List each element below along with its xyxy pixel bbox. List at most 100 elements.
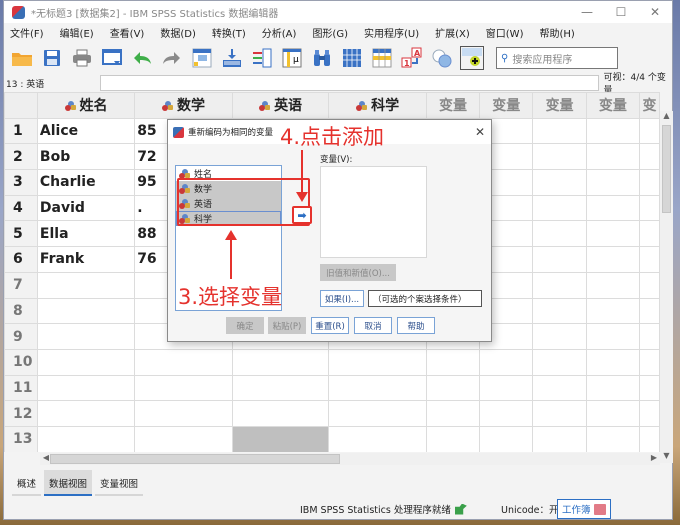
- row-number[interactable]: 1: [4, 117, 38, 145]
- menu-window[interactable]: 窗口(W): [486, 25, 524, 40]
- data-cell[interactable]: [425, 374, 481, 402]
- data-cell[interactable]: [532, 400, 587, 427]
- data-cell[interactable]: [639, 348, 660, 376]
- data-cell[interactable]: [585, 374, 641, 402]
- data-cell[interactable]: [36, 348, 136, 376]
- paste-button[interactable]: 粘贴(P): [268, 317, 306, 334]
- open-folder-icon[interactable]: [10, 46, 34, 70]
- variables-icon[interactable]: [250, 46, 274, 70]
- use-sets-icon[interactable]: [430, 46, 454, 70]
- data-cell[interactable]: [585, 425, 641, 452]
- data-cell[interactable]: [425, 425, 481, 452]
- data-cell[interactable]: [479, 348, 534, 376]
- data-cell[interactable]: [585, 143, 641, 171]
- menu-file[interactable]: 文件(F): [10, 25, 44, 40]
- data-cell[interactable]: David: [36, 194, 136, 222]
- data-cell[interactable]: [231, 374, 330, 402]
- data-cell[interactable]: [36, 297, 136, 325]
- data-cell[interactable]: [532, 374, 587, 402]
- row-number[interactable]: 7: [4, 271, 38, 299]
- data-cell[interactable]: [479, 400, 534, 427]
- save-icon[interactable]: [40, 46, 64, 70]
- data-cell[interactable]: [585, 169, 641, 196]
- data-cell[interactable]: [134, 425, 233, 452]
- menu-data[interactable]: 数据(D): [160, 25, 196, 40]
- scroll-down-arrow[interactable]: ▼: [660, 451, 673, 463]
- if-button[interactable]: 如果(I)...: [320, 290, 364, 307]
- data-cell[interactable]: [479, 374, 534, 402]
- data-cell[interactable]: [585, 220, 641, 248]
- data-cell[interactable]: [639, 271, 660, 299]
- data-cell[interactable]: [639, 246, 660, 273]
- data-cell[interactable]: [328, 400, 427, 427]
- ok-button[interactable]: 确定: [226, 317, 264, 334]
- move-to-target-button[interactable]: ➡: [292, 206, 312, 224]
- data-cell[interactable]: [36, 374, 136, 402]
- data-cell[interactable]: [532, 271, 587, 299]
- data-cell[interactable]: [532, 117, 587, 145]
- row-number[interactable]: 12: [4, 400, 38, 427]
- column-header-empty[interactable]: 变量: [585, 92, 641, 119]
- split-file-icon[interactable]: [370, 46, 394, 70]
- data-cell[interactable]: [585, 117, 641, 145]
- row-number[interactable]: 6: [4, 246, 38, 273]
- data-cell[interactable]: [639, 117, 660, 145]
- data-cell[interactable]: [532, 220, 587, 248]
- data-cell[interactable]: Alice: [36, 117, 136, 145]
- print-icon[interactable]: [70, 46, 94, 70]
- tab-data-view[interactable]: 数据视图: [44, 470, 93, 496]
- dialog-close-button[interactable]: ✕: [469, 125, 491, 139]
- corner-cell[interactable]: [4, 92, 38, 119]
- column-header-science[interactable]: 科学: [328, 92, 427, 119]
- data-cell[interactable]: [532, 425, 587, 452]
- data-cell[interactable]: [36, 271, 136, 299]
- menu-view[interactable]: 查看(V): [110, 25, 145, 40]
- row-number[interactable]: 2: [4, 143, 38, 171]
- data-cell[interactable]: [585, 246, 641, 273]
- data-cell[interactable]: Bob: [36, 143, 136, 171]
- minimize-button[interactable]: —: [570, 5, 604, 19]
- data-cell[interactable]: [479, 425, 534, 452]
- help-button[interactable]: 帮助: [397, 317, 435, 334]
- data-cell[interactable]: [231, 400, 330, 427]
- dialog-recall-icon[interactable]: [100, 46, 124, 70]
- row-number[interactable]: 10: [4, 348, 38, 376]
- column-header-empty[interactable]: 变: [639, 92, 660, 119]
- menu-help[interactable]: 帮助(H): [539, 25, 574, 40]
- tab-overview[interactable]: 概述: [12, 470, 42, 496]
- scroll-right-arrow[interactable]: ▶: [648, 453, 660, 465]
- data-cell[interactable]: [36, 323, 136, 350]
- data-cell[interactable]: Charlie: [36, 169, 136, 196]
- data-cell[interactable]: [532, 169, 587, 196]
- data-cell[interactable]: [532, 246, 587, 273]
- scroll-up-arrow[interactable]: ▲: [660, 111, 673, 123]
- data-cell[interactable]: [134, 400, 233, 427]
- show-all-variables-icon[interactable]: [460, 46, 484, 70]
- column-header-english[interactable]: 英语: [231, 92, 330, 119]
- data-cell[interactable]: [532, 143, 587, 171]
- data-cell[interactable]: Ella: [36, 220, 136, 248]
- vertical-scrollbar[interactable]: ▲ ▼: [660, 111, 673, 463]
- goto-variable-icon[interactable]: [220, 46, 244, 70]
- goto-case-icon[interactable]: [190, 46, 214, 70]
- data-cell[interactable]: [639, 374, 660, 402]
- cell-value-input[interactable]: [100, 75, 600, 91]
- data-cell[interactable]: [585, 297, 641, 325]
- data-cell[interactable]: [585, 323, 641, 350]
- data-cell[interactable]: [425, 400, 481, 427]
- tab-variable-view[interactable]: 变量视图: [95, 470, 144, 496]
- row-number[interactable]: 5: [4, 220, 38, 248]
- row-number[interactable]: 9: [4, 323, 38, 350]
- data-cell[interactable]: [134, 374, 233, 402]
- run-descriptives-icon[interactable]: μ: [280, 46, 304, 70]
- data-cell[interactable]: [328, 374, 427, 402]
- cancel-button[interactable]: 取消: [354, 317, 392, 334]
- data-cell[interactable]: [532, 323, 587, 350]
- close-button[interactable]: ✕: [638, 5, 672, 19]
- insert-cases-icon[interactable]: [340, 46, 364, 70]
- data-cell[interactable]: [585, 194, 641, 222]
- column-header-empty[interactable]: 变量: [479, 92, 534, 119]
- menu-analyze[interactable]: 分析(A): [262, 25, 297, 40]
- redo-icon[interactable]: [160, 46, 184, 70]
- undo-icon[interactable]: [130, 46, 154, 70]
